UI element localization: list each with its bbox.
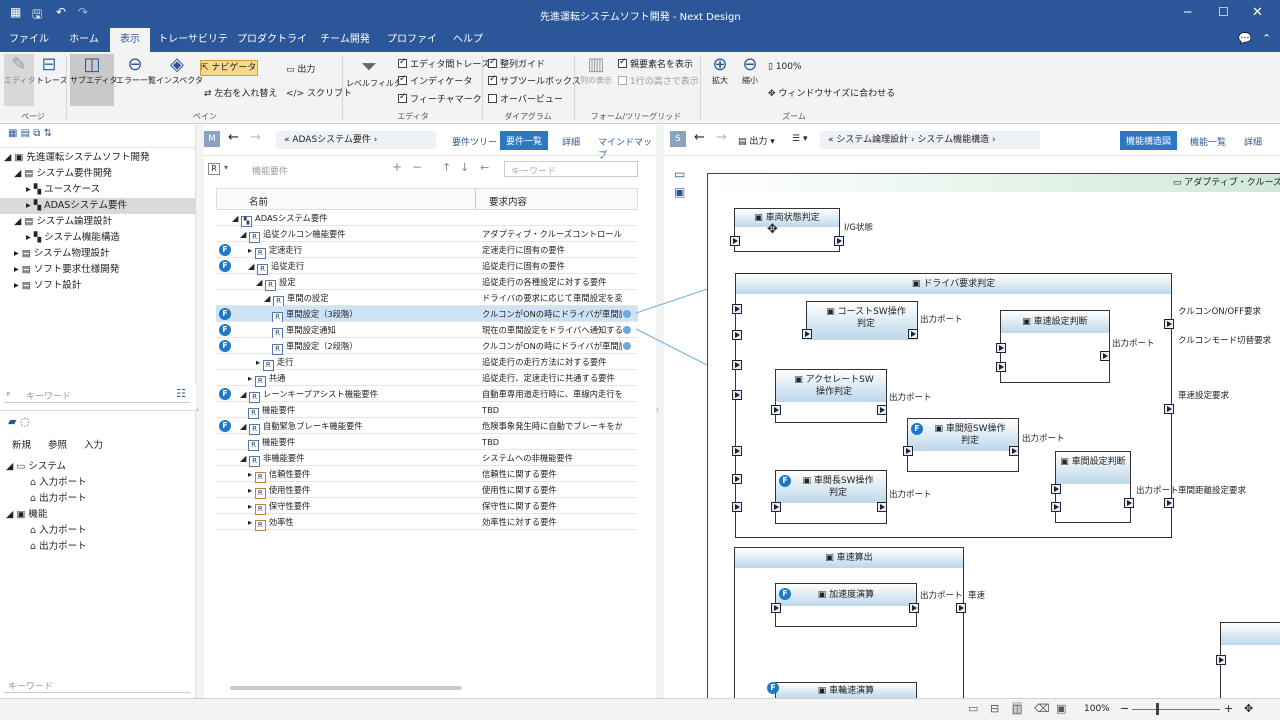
port[interactable] [1124, 498, 1134, 508]
port[interactable] [802, 329, 812, 339]
function-icon: ▣ [754, 213, 766, 223]
port[interactable] [1164, 404, 1174, 414]
port[interactable] [732, 304, 742, 314]
port[interactable] [732, 360, 742, 370]
port[interactable] [877, 502, 887, 512]
out-label: 出力ポート [920, 591, 963, 601]
block-coast-sw[interactable]: ▣ コーストSW操作判定 [806, 301, 918, 340]
function-icon: ▣ [825, 553, 837, 563]
fit-page-icon[interactable]: ▣ [1056, 702, 1066, 715]
ig-label: I/G状態 [844, 223, 873, 233]
port[interactable] [1164, 498, 1174, 508]
function-icon: ▣ [1060, 457, 1072, 467]
zoom-slider[interactable] [1132, 709, 1220, 710]
feature-icon: F [911, 423, 923, 435]
pan-icon[interactable]: ✥ [1244, 702, 1253, 715]
out-label: 出力ポート [920, 315, 963, 325]
adaptive-title: アダプティブ・クルーズ [1184, 178, 1280, 188]
out-dist-label: 車間距離設定要求 [1178, 486, 1247, 496]
port[interactable] [877, 405, 887, 415]
out-mode-label: クルコンモード切替要求 [1178, 336, 1272, 346]
block-long-sw[interactable]: ▣ 車間長SW操作判定 [775, 470, 887, 524]
status-bar: ▭ ⊟ ◫ ⌫ ▣ 100% − + ✥ [0, 698, 1280, 720]
out-label: 出力ポート [1112, 339, 1155, 349]
port[interactable] [1051, 484, 1061, 494]
port[interactable] [996, 343, 1006, 353]
block-dist-set[interactable]: ▣ 車間設定判断 [1055, 451, 1131, 523]
system-icon: ▭ [1172, 178, 1185, 188]
move-handle-icon[interactable]: ✥ [767, 222, 778, 237]
zoom-in-icon[interactable]: + [1224, 702, 1233, 715]
block-short-sw[interactable]: ▣ 車間短SW操作判定 [907, 418, 1019, 472]
out-label: 出力ポート [889, 490, 932, 500]
out-label: 出力ポート [889, 393, 932, 403]
port[interactable] [903, 446, 913, 456]
port[interactable] [732, 446, 742, 456]
port[interactable] [1164, 319, 1174, 329]
layout-single-icon[interactable]: ▭ [968, 702, 978, 715]
port[interactable] [1216, 655, 1226, 665]
function-icon: ▣ [826, 307, 838, 317]
zoom-level: 100% [1084, 704, 1110, 714]
function-icon: ▣ [802, 476, 814, 486]
function-icon: ▣ [817, 686, 830, 696]
port[interactable] [909, 603, 919, 613]
zoom-out-icon[interactable]: − [1120, 702, 1129, 715]
layout-split-icon[interactable]: ⊟ [990, 702, 999, 715]
port[interactable] [1009, 446, 1019, 456]
port[interactable] [732, 390, 742, 400]
block-accel-calc[interactable]: ▣ 加速度演算 [775, 583, 917, 627]
port[interactable] [771, 405, 781, 415]
port[interactable] [771, 502, 781, 512]
out-label: 出力ポート [1136, 486, 1179, 496]
eraser-icon[interactable]: ⌫ [1034, 702, 1050, 715]
block-speed-set[interactable]: ▣ 車速設定判断 [1000, 310, 1110, 383]
feature-icon: F [779, 588, 791, 600]
feature-icon: F [767, 682, 779, 694]
port[interactable] [908, 329, 918, 339]
function-icon: ▣ [794, 375, 806, 385]
out-cc-label: クルコンON/OFF要求 [1178, 307, 1261, 317]
layout-side-icon[interactable]: ◫ [1012, 702, 1023, 715]
port[interactable] [732, 330, 742, 340]
port[interactable] [834, 236, 844, 246]
out-label: 出力ポート [1022, 434, 1065, 444]
port[interactable] [1051, 502, 1061, 512]
port[interactable] [730, 236, 740, 246]
port[interactable] [732, 474, 742, 484]
function-icon: ▣ [911, 279, 924, 289]
block-vehicle-state[interactable]: ▣ 車両状態判定 [734, 208, 840, 252]
function-icon: ▣ [934, 424, 946, 434]
feature-icon: F [779, 475, 791, 487]
port[interactable] [996, 362, 1006, 372]
out-speed-label: 車速設定要求 [1178, 391, 1230, 401]
function-icon: ▣ [817, 590, 830, 600]
speed-label: 車速 [968, 591, 986, 601]
zoom-slider-thumb[interactable] [1156, 703, 1159, 715]
block-accel-sw[interactable]: ▣ アクセレートSW操作判定 [775, 369, 887, 423]
port[interactable] [956, 603, 966, 613]
function-icon: ▣ [1022, 317, 1034, 327]
port[interactable] [732, 502, 742, 512]
port[interactable] [1100, 351, 1110, 361]
port[interactable] [771, 603, 781, 613]
